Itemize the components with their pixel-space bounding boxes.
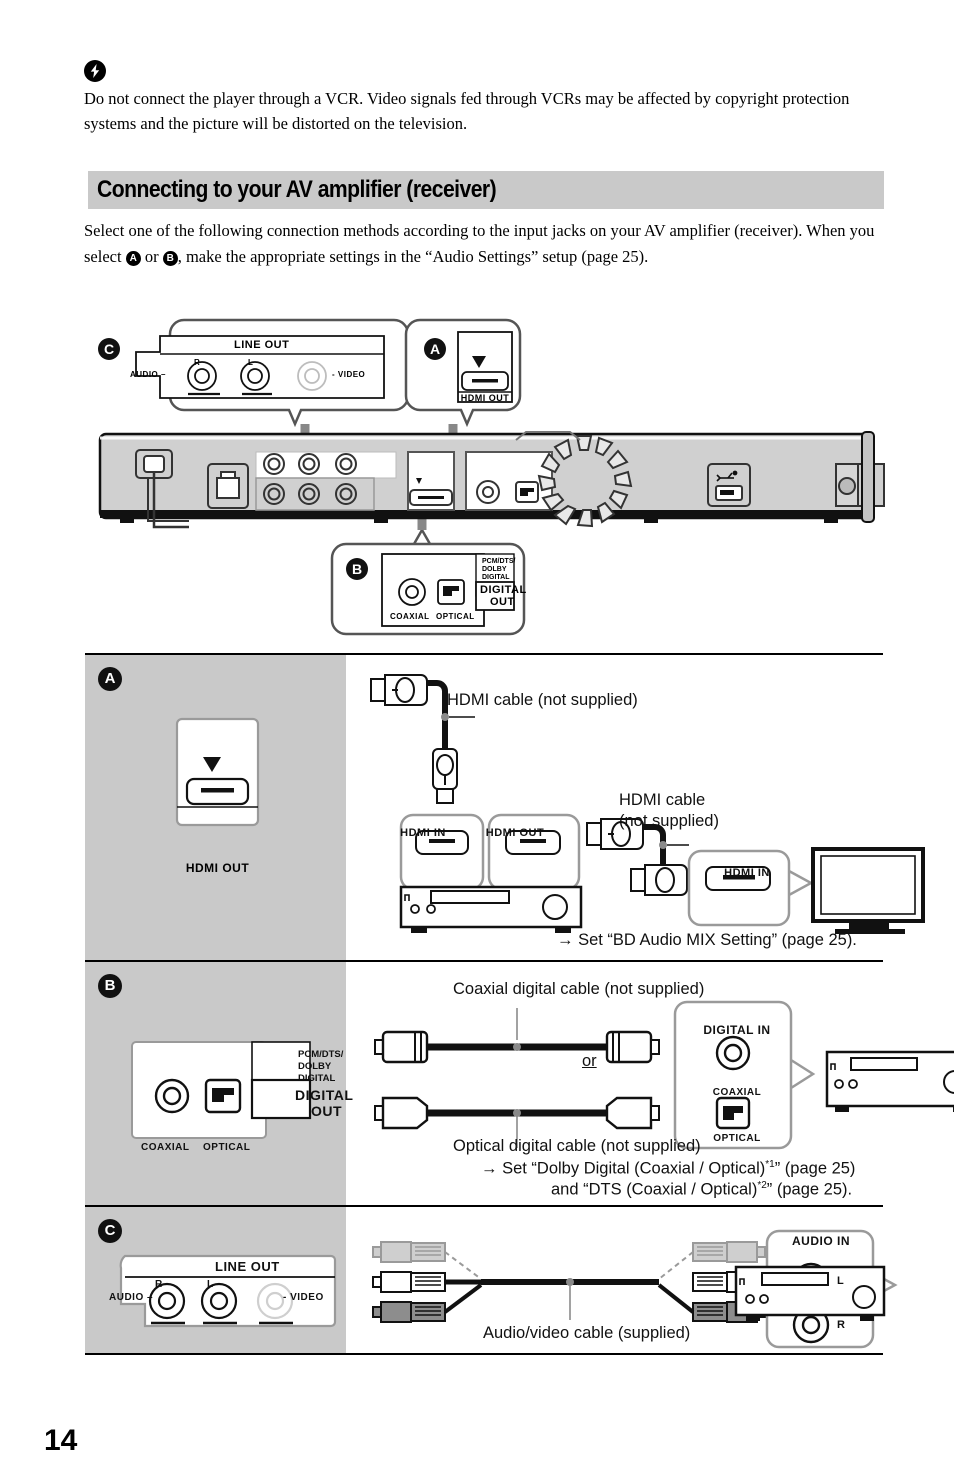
table-row-b: B PCM/DTS/ DOLBY DIGITAL DIGITAL OUT COA… xyxy=(85,962,954,1207)
table-row-a: A HDMI OUT HDMI cable (not supplied) HDM… xyxy=(85,655,925,962)
row-c-line-out-label: LINE OUT xyxy=(215,1259,280,1274)
row-b-cables-illustration xyxy=(374,1000,954,1150)
row-b-in-optical-label: OPTICAL xyxy=(713,1133,761,1144)
row-a-hdmi-out-panel xyxy=(175,717,260,827)
row-b-setting-l1-sup: *1 xyxy=(765,1159,775,1170)
callout-b-digital-out-line1: DIGITAL xyxy=(480,584,527,596)
row-c-l-label: L xyxy=(207,1279,214,1290)
row-a-panel-label: HDMI OUT xyxy=(185,861,250,875)
row-c-audio-label: AUDIO – xyxy=(109,1292,154,1303)
row-c-audio-in-label: AUDIO IN xyxy=(792,1234,850,1248)
row-b-format-line3: DIGITAL xyxy=(298,1073,336,1084)
row-b-in-coaxial-label: COAXIAL xyxy=(712,1087,762,1098)
callout-b-coaxial-label: COAXIAL xyxy=(390,612,430,621)
warning-bolt-icon xyxy=(84,60,106,82)
row-b-setting-l1b: ” (page 25) xyxy=(774,1159,856,1178)
callout-badge-a: A xyxy=(424,338,446,360)
row-c-badge: C xyxy=(98,1219,122,1243)
row-a-cable1-caption: HDMI cable (not supplied) xyxy=(447,691,638,709)
row-b-setting-l2b: ” (page 25). xyxy=(766,1180,853,1199)
row-a-setting-note: → Set “BD Audio MIX Setting” (page 25). xyxy=(557,931,857,949)
row-b-optical-cable-caption: Optical digital cable (not supplied) xyxy=(453,1137,701,1155)
row-a-cable2-caption-line1: HDMI cable xyxy=(619,791,706,809)
section-header-bar: Connecting to your AV amplifier (receive… xyxy=(88,171,884,209)
callout-c-l-label: L xyxy=(248,358,254,367)
callout-c-audio-label: AUDIO – xyxy=(130,370,166,379)
callout-a-hdmi-out-label: HDMI OUT xyxy=(460,393,510,403)
callout-b-digital-out-line2: OUT xyxy=(490,596,515,608)
manual-page: Do not connect the player through a VCR.… xyxy=(0,0,954,1483)
callout-b-optical-label: OPTICAL xyxy=(436,612,475,621)
intro-text-or: or xyxy=(140,247,163,266)
row-b-digital-in-label: DIGITAL IN xyxy=(703,1023,771,1037)
callout-c-line-out-label: LINE OUT xyxy=(234,339,290,351)
row-b-setting-note-line1: → Set “Dolby Digital (Coaxial / Optical)… xyxy=(481,1159,855,1179)
row-c-av-receiver xyxy=(734,1265,886,1321)
row-b-setting-l2-sup: *2 xyxy=(757,1180,767,1191)
row-b-panel-optical-label: OPTICAL xyxy=(203,1142,251,1153)
callout-b-format-line1: PCM/DTS/ xyxy=(482,558,516,565)
row-c-r-label: R xyxy=(155,1279,163,1290)
row-c-in-l-label: L xyxy=(837,1275,845,1287)
table-row-c: C LINE OUT AUDIO – R L - VIDEO Audio/vid… xyxy=(85,1207,898,1355)
callout-c-r-label: R xyxy=(194,358,201,367)
inline-badge-b: B xyxy=(162,251,178,266)
row-b-setting-l2a: and “DTS (Coaxial / Optical) xyxy=(551,1180,758,1199)
rear-panel-diagram: C LINE OUT AUDIO – R L - VIDEO A HDMI OU… xyxy=(84,312,885,636)
row-a-cable2-caption-line2: (not supplied) xyxy=(619,812,719,830)
row-c-video-label: - VIDEO xyxy=(283,1292,324,1303)
row-b-coaxial-cable-caption: Coaxial digital cable (not supplied) xyxy=(453,980,705,998)
connection-methods-table: A HDMI OUT HDMI cable (not supplied) HDM… xyxy=(85,653,954,1355)
callout-badge-c: C xyxy=(98,338,120,360)
row-c-cable-caption: Audio/video cable (supplied) xyxy=(483,1324,691,1342)
notice-text: Do not connect the player through a VCR.… xyxy=(84,89,850,133)
callout-c-video-label: - VIDEO xyxy=(332,370,366,379)
row-b-digital-out-line1: DIGITAL xyxy=(295,1087,354,1103)
callout-b-format-line3: DIGITAL xyxy=(482,574,510,581)
row-c-in-r-label: R xyxy=(837,1319,846,1331)
callout-badge-b: B xyxy=(346,558,368,580)
row-a-amp-hdmi-in-label: HDMI IN xyxy=(400,827,446,839)
row-b-digital-out-line2: OUT xyxy=(311,1103,343,1119)
page-number: 14 xyxy=(44,1424,78,1457)
row-a-amp-hdmi-out-label: HDMI OUT xyxy=(485,827,545,839)
row-b-digital-out-panel xyxy=(131,1041,312,1139)
row-a-tv-hdmi-in-label: HDMI IN xyxy=(724,867,770,879)
row-b-setting-note-line2: and “DTS (Coaxial / Optical)*2” (page 25… xyxy=(551,1180,852,1200)
callout-b-format-line2: DOLBY xyxy=(482,566,507,573)
section-intro: Select one of the following connection m… xyxy=(84,218,884,270)
row-b-panel-coaxial-label: COAXIAL xyxy=(141,1142,190,1153)
section-title: Connecting to your AV amplifier (receive… xyxy=(97,176,497,203)
row-b-format-line2: DOLBY xyxy=(298,1061,332,1072)
row-b-format-line1: PCM/DTS/ xyxy=(298,1049,344,1060)
row-b-setting-l1a: → Set “Dolby Digital (Coaxial / Optical) xyxy=(481,1159,766,1178)
row-b-or-label: or xyxy=(582,1052,597,1070)
inline-badge-a: A xyxy=(125,251,141,266)
row-b-badge: B xyxy=(98,974,122,998)
row-a-badge: A xyxy=(98,667,122,691)
intro-text-part2: , make the appropriate settings in the “… xyxy=(177,247,649,266)
